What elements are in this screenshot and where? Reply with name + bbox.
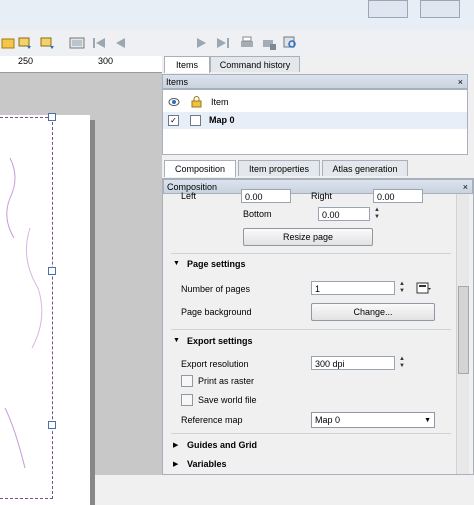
export-settings-heading[interactable]: Export settings <box>187 336 253 346</box>
next-page-icon[interactable] <box>192 34 210 52</box>
items-panel-title: Items <box>166 77 189 87</box>
close-icon[interactable]: × <box>463 180 468 194</box>
collapse-triangle-icon[interactable]: ▼ <box>173 260 180 267</box>
tab-items[interactable]: Items <box>164 56 210 73</box>
print-as-raster-checkbox[interactable] <box>181 375 193 387</box>
page-background-label: Page background <box>181 307 252 317</box>
save-world-file-label: Save world file <box>198 395 257 405</box>
ruler-label: 300 <box>98 56 114 66</box>
margin-right-field[interactable]: 0.00 <box>373 189 423 203</box>
divider <box>171 433 451 434</box>
reference-map-value: Map 0 <box>315 415 341 425</box>
num-pages-field[interactable]: 1 <box>311 281 395 295</box>
visibility-checkbox[interactable]: ✓ <box>168 115 179 126</box>
horizontal-ruler: 250 300 <box>0 56 162 73</box>
export-print-icon[interactable] <box>260 34 278 52</box>
collapse-triangle-icon[interactable]: ▼ <box>173 337 180 344</box>
image-icon[interactable] <box>68 34 86 52</box>
resize-page-button[interactable]: Resize page <box>243 228 373 246</box>
lock-checkbox[interactable] <box>190 115 201 126</box>
page-settings-heading[interactable]: Page settings <box>187 259 246 269</box>
atlas-toolbar: 1 ▼ <box>0 30 474 80</box>
map-item-lines <box>4 157 43 469</box>
zoom-icon[interactable] <box>282 34 300 52</box>
reference-map-select[interactable]: Map 0 ▼ <box>311 412 435 428</box>
composition-scrollbar[interactable] <box>456 194 469 474</box>
tab-item-properties[interactable]: Item properties <box>238 160 320 176</box>
items-panel-header: Items × <box>162 74 468 89</box>
item-label: Map 0 <box>209 115 235 125</box>
reference-map-label: Reference map <box>181 415 243 425</box>
export-resolution-spinner[interactable]: ▲ ▼ <box>397 356 407 370</box>
composition-panel: Composition × Left 0.00 Right 0.00 Botto… <box>162 178 474 475</box>
expand-triangle-icon[interactable]: ▶ <box>173 460 178 468</box>
chevron-down-icon: ▼ <box>424 417 431 424</box>
style-icon[interactable] <box>416 281 432 295</box>
margin-left-label: Left <box>181 191 197 201</box>
ruler-label: 250 <box>18 56 34 66</box>
print-as-raster-label: Print as raster <box>198 376 255 386</box>
tab-atlas-generation[interactable]: Atlas generation <box>322 160 408 176</box>
resize-handle[interactable] <box>48 113 56 121</box>
first-page-icon[interactable] <box>90 34 108 52</box>
lock-icon <box>191 96 202 108</box>
maximize-button[interactable] <box>420 0 460 18</box>
margin-bottom-field[interactable]: 0.00 <box>318 207 370 221</box>
layers-icon[interactable] <box>16 34 34 52</box>
prev-page-icon[interactable] <box>112 34 130 52</box>
scrollbar-thumb[interactable] <box>458 286 469 374</box>
num-pages-label: Number of pages <box>181 284 251 294</box>
close-icon[interactable]: × <box>458 75 463 89</box>
minimize-button[interactable] <box>368 0 408 18</box>
list-item[interactable]: ✓ Map 0 <box>163 112 467 129</box>
export-resolution-field[interactable]: 300 dpi <box>311 356 395 370</box>
num-pages-spinner[interactable]: ▲ ▼ <box>397 281 407 295</box>
print-icon[interactable] <box>238 34 256 52</box>
margin-left-field[interactable]: 0.00 <box>241 189 291 203</box>
margin-right-label: Right <box>311 191 333 201</box>
tab-command-history[interactable]: Command history <box>210 56 300 72</box>
items-list: Item ✓ Map 0 <box>162 89 468 155</box>
window-titlebar <box>0 0 474 30</box>
column-item: Item <box>211 97 229 107</box>
divider <box>171 329 451 330</box>
variables-heading[interactable]: Variables <box>187 459 227 469</box>
margin-bottom-label: Bottom <box>243 209 272 219</box>
last-page-icon[interactable] <box>214 34 232 52</box>
guides-grid-heading[interactable]: Guides and Grid <box>187 440 257 450</box>
eye-icon <box>168 98 180 106</box>
resize-handle[interactable] <box>48 267 56 275</box>
items-header-row: Item <box>163 94 467 111</box>
save-world-file-checkbox[interactable] <box>181 394 193 406</box>
expand-triangle-icon[interactable]: ▶ <box>173 441 178 449</box>
right-dock-panel: Items Command history Items × Item ✓ Map… <box>162 56 474 475</box>
divider <box>171 253 451 254</box>
resize-handle[interactable] <box>48 421 56 429</box>
export-resolution-label: Export resolution <box>181 359 249 369</box>
tab-composition[interactable]: Composition <box>164 160 236 177</box>
map-item-selection[interactable] <box>0 117 53 499</box>
composer-canvas[interactable] <box>0 73 162 505</box>
change-background-button[interactable]: Change... <box>311 303 435 321</box>
margin-bottom-spinner[interactable]: ▲ ▼ <box>372 207 382 221</box>
layers-down-icon[interactable] <box>38 34 56 52</box>
